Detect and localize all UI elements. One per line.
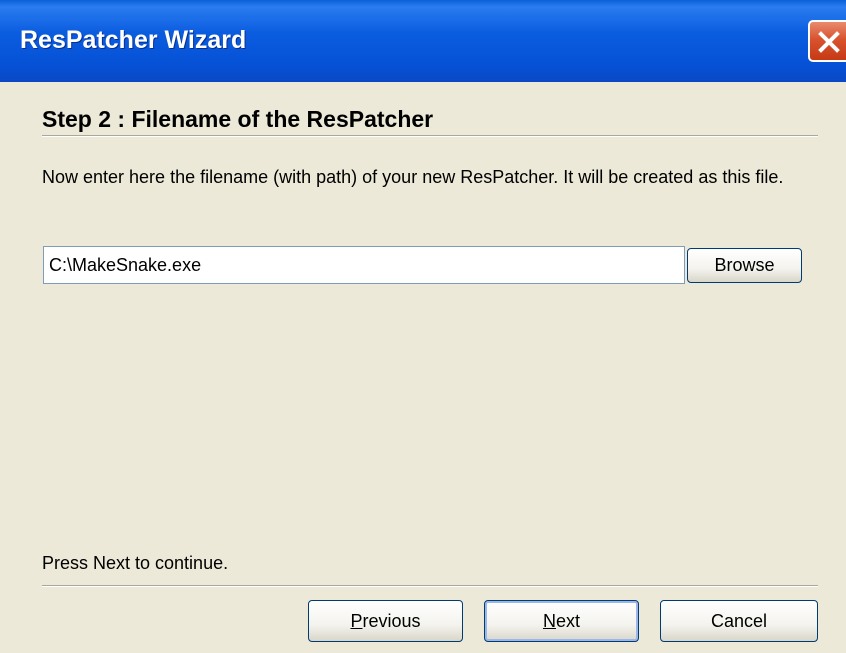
footer-divider — [42, 585, 818, 587]
close-button[interactable] — [808, 20, 846, 62]
step-heading: Step 2 : Filename of the ResPatcher — [42, 106, 434, 132]
filename-input[interactable] — [43, 246, 685, 284]
close-icon — [818, 31, 840, 53]
next-accelerator: N — [542, 610, 556, 631]
next-button[interactable]: Next — [484, 600, 639, 642]
next-label: ext — [555, 610, 580, 631]
heading-divider — [42, 135, 818, 137]
browse-button[interactable]: Browse — [687, 248, 802, 283]
previous-accelerator: P — [350, 610, 363, 631]
window-title: ResPatcher Wizard — [20, 26, 247, 54]
instructions-text: Now enter here the filename (with path) … — [42, 167, 784, 187]
previous-button[interactable]: Previous — [308, 600, 463, 642]
cancel-button[interactable]: Cancel — [660, 600, 818, 642]
title-bar[interactable]: ResPatcher Wizard — [0, 0, 846, 82]
status-text: Press Next to continue. — [42, 553, 229, 573]
wizard-body: Step 2 : Filename of the ResPatcher Now … — [0, 82, 846, 653]
previous-label: revious — [362, 610, 421, 631]
